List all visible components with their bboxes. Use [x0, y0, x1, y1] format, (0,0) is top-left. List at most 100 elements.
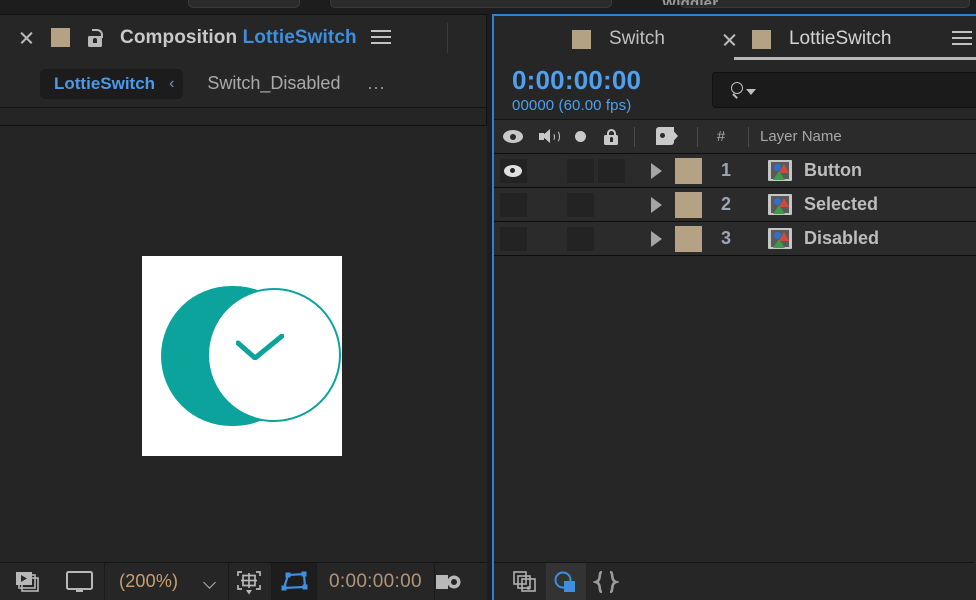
tab-overflow-label: ... — [367, 73, 386, 93]
layer-name: Disabled — [804, 228, 880, 248]
clipped-control-3[interactable] — [680, 0, 970, 8]
layer-lock-toggle[interactable] — [596, 154, 626, 188]
tab-switch-label: Switch — [609, 28, 665, 49]
eye-icon — [504, 164, 522, 177]
region-of-interest-icon[interactable] — [229, 563, 271, 600]
speaker-icon[interactable] — [532, 120, 564, 154]
zoom-level-dropdown[interactable]: (200%) — [105, 562, 228, 600]
tab-lottieswitch[interactable]: LottieSwitch ‹ — [40, 68, 184, 99]
layer-name-cell[interactable]: Button — [762, 154, 862, 188]
layer-audio-toggle[interactable] — [532, 154, 564, 188]
layer-label-swatch[interactable] — [670, 154, 706, 188]
layer-visibility-toggle[interactable] — [494, 154, 532, 188]
composition-title-prefix: Composition — [120, 26, 238, 48]
toggle-mask-path-icon[interactable] — [272, 562, 316, 600]
layer-solo-toggle[interactable] — [564, 222, 596, 256]
toggle-switches-modes-icon[interactable] — [506, 563, 546, 600]
composition-title-name: LottieSwitch — [242, 26, 357, 48]
magnifier-icon — [731, 81, 756, 99]
composition-panel-titlebar: Composition LottieSwitch — [0, 15, 486, 60]
layer-name: Button — [804, 160, 862, 180]
frame-blending-icon[interactable] — [586, 563, 626, 600]
chevron-down-icon[interactable] — [204, 578, 217, 586]
tab-switch-disabled[interactable]: Switch_Disabled — [193, 69, 349, 99]
active-tab-underline — [734, 57, 976, 60]
tab-lottieswitch[interactable]: LottieSwitch — [751, 16, 891, 62]
layer-audio-toggle[interactable] — [532, 222, 564, 256]
top-clipped-strip: Wiggler — [0, 0, 976, 14]
column-header-layer-name[interactable]: Layer Name — [756, 120, 842, 154]
chevron-left-icon[interactable]: ‹ — [169, 75, 174, 93]
tab-overflow-button[interactable]: ... — [353, 69, 394, 99]
search-input[interactable] — [712, 72, 976, 108]
disclosure-triangle-icon[interactable] — [642, 222, 670, 256]
lock-icon[interactable] — [596, 120, 626, 154]
composition-label-swatch — [51, 28, 70, 47]
layer-solo-toggle[interactable] — [564, 188, 596, 222]
hamburger-icon[interactable] — [952, 31, 972, 46]
eye-icon[interactable] — [494, 120, 532, 154]
disclosure-triangle-icon[interactable] — [642, 154, 670, 188]
solo-dot-icon[interactable] — [564, 120, 596, 154]
layer-number: 2 — [720, 194, 731, 214]
checkmark-icon — [236, 334, 284, 360]
layer-solo-toggle[interactable] — [564, 154, 596, 188]
close-icon[interactable] — [18, 29, 35, 46]
clipped-control-2[interactable] — [330, 0, 612, 8]
table-row[interactable]: 2 Selected — [494, 188, 976, 222]
column-divider — [626, 120, 642, 154]
layer-label-swatch[interactable] — [670, 188, 706, 222]
timeline-panel: Switch LottieSwitch 0:00:00:00 00000 (60… — [492, 14, 976, 600]
layer-visibility-toggle[interactable] — [494, 222, 532, 256]
layer-visibility-toggle[interactable] — [494, 188, 532, 222]
after-effects-window: Wiggler Composition LottieSwitch LottieS… — [0, 0, 976, 600]
unlock-icon[interactable] — [87, 28, 103, 47]
composition-bottom-toolbar: (200%) 0:00:00:00 — [0, 562, 487, 600]
show-snapshot-icon[interactable] — [54, 563, 104, 600]
layer-audio-toggle[interactable] — [532, 188, 564, 222]
column-divider — [692, 120, 702, 154]
wiggler-panel-label: Wiggler — [662, 0, 718, 5]
image-source-icon — [768, 160, 792, 181]
layer-columns-header: # Layer Name — [494, 120, 976, 154]
timeline-tab-bar: Switch LottieSwitch — [494, 16, 976, 62]
tab-lottieswitch-swatch — [751, 29, 771, 49]
layer-name-cell[interactable]: Selected — [762, 188, 878, 222]
table-row[interactable]: 3 Disabled — [494, 222, 976, 256]
composition-tab-bar: LottieSwitch ‹ Switch_Disabled ... — [0, 60, 486, 108]
zoom-level-value: (200%) — [119, 571, 179, 591]
composition-canvas[interactable] — [0, 125, 487, 577]
layer-name-cell[interactable]: Disabled — [762, 222, 879, 256]
search-field[interactable] — [764, 81, 976, 99]
timeline-timecode[interactable]: 0:00:00:00 — [512, 67, 641, 93]
graph-editor-icon[interactable] — [546, 562, 586, 600]
take-snapshot-icon[interactable] — [0, 563, 54, 600]
tab-switch-disabled-label: Switch_Disabled — [207, 73, 341, 93]
layer-lock-toggle[interactable] — [596, 188, 626, 222]
hamburger-icon[interactable] — [370, 30, 391, 45]
tab-switch-swatch — [572, 29, 591, 49]
timeline-time-row: 0:00:00:00 00000 (60.00 fps) — [494, 62, 976, 120]
current-time-value: 0:00:00:00 — [329, 570, 422, 592]
column-header-number[interactable]: # — [702, 120, 740, 154]
lottie-switch-artwork — [142, 256, 342, 456]
toggle-switch-graphic — [161, 286, 341, 426]
image-source-icon — [768, 194, 792, 215]
layer-number: 1 — [720, 160, 731, 180]
page-title: Composition LottieSwitch — [120, 27, 357, 49]
column-divider — [740, 120, 756, 154]
disclosure-triangle-icon[interactable] — [642, 188, 670, 222]
tab-switch[interactable]: Switch — [572, 16, 665, 62]
tag-icon[interactable] — [642, 120, 692, 154]
close-icon[interactable] — [721, 31, 738, 48]
clipped-control-1[interactable] — [188, 0, 300, 8]
titlebar-divider — [447, 23, 448, 53]
camera-icon[interactable] — [435, 563, 465, 600]
current-time-field[interactable]: 0:00:00:00 — [317, 563, 434, 600]
table-row[interactable]: 1 Button — [494, 154, 976, 188]
layer-name: Selected — [804, 194, 879, 214]
toggle-knob — [207, 288, 341, 422]
timeline-frames-fps: 00000 (60.00 fps) — [512, 97, 632, 114]
layer-label-swatch[interactable] — [670, 222, 706, 256]
layer-lock-toggle[interactable] — [596, 222, 626, 256]
